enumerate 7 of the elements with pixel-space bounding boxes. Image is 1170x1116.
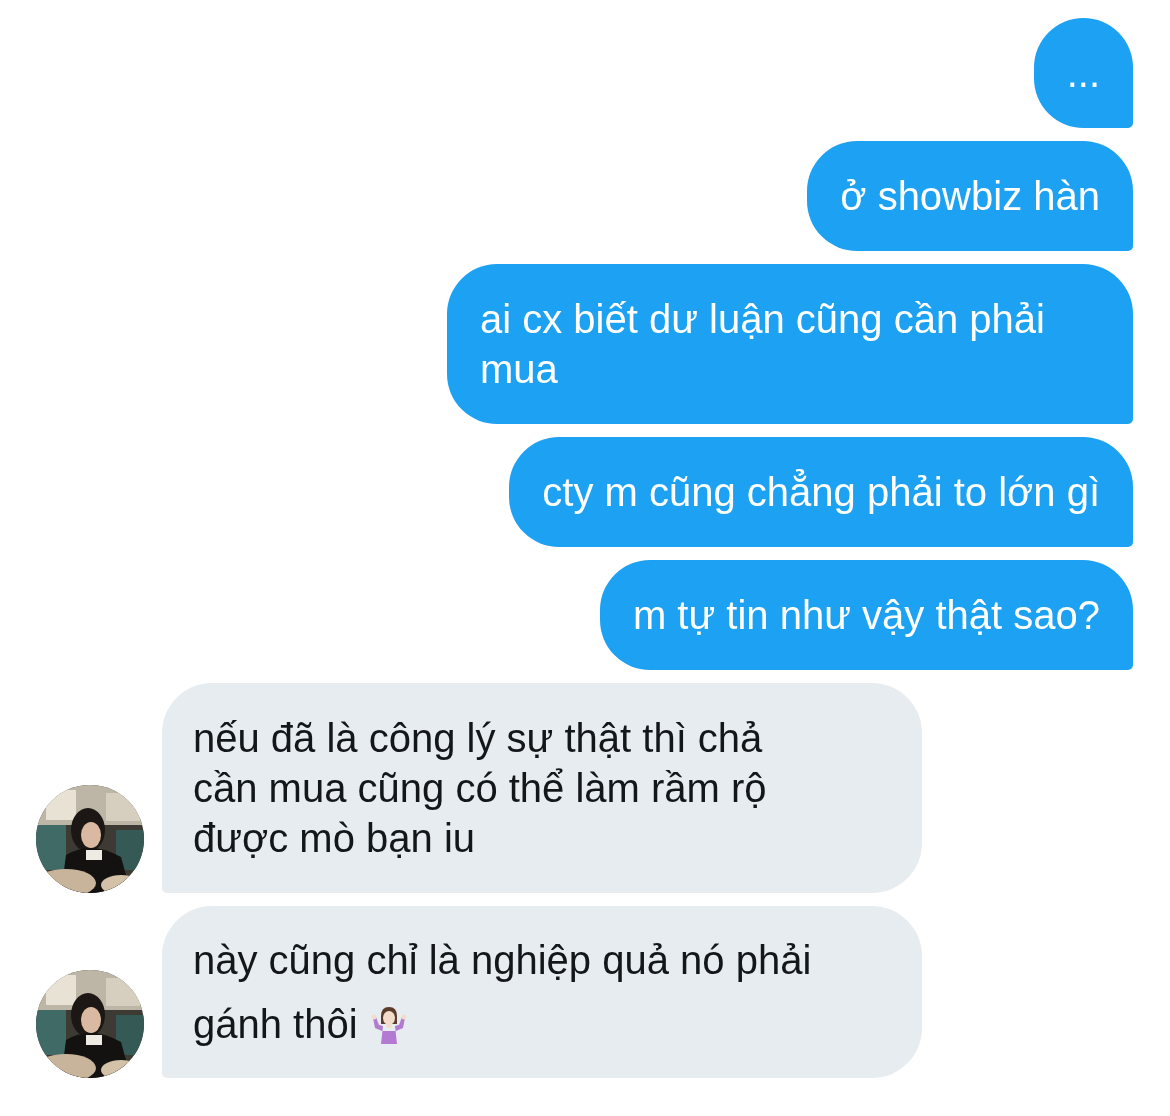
message-bubble: ai cx biết dư luận cũng cần phải mua	[447, 264, 1133, 424]
message-bubble: cty m cũng chẳng phải to lớn gì	[509, 437, 1133, 547]
message-bubble: nếu đã là công lý sự thật thì chả cần mua cũng có thể làm rầm rộ được mò bạn iu	[162, 683, 922, 893]
message-bubble: này cũng chỉ là nghiệp quả nó phải gánh thôi	[162, 906, 922, 1078]
message-bubble: m tự tin như vậy thật sao?	[599, 560, 1133, 670]
message-bubble: ở showbiz hàn	[807, 141, 1133, 251]
message-bubble: ...	[1033, 18, 1133, 128]
